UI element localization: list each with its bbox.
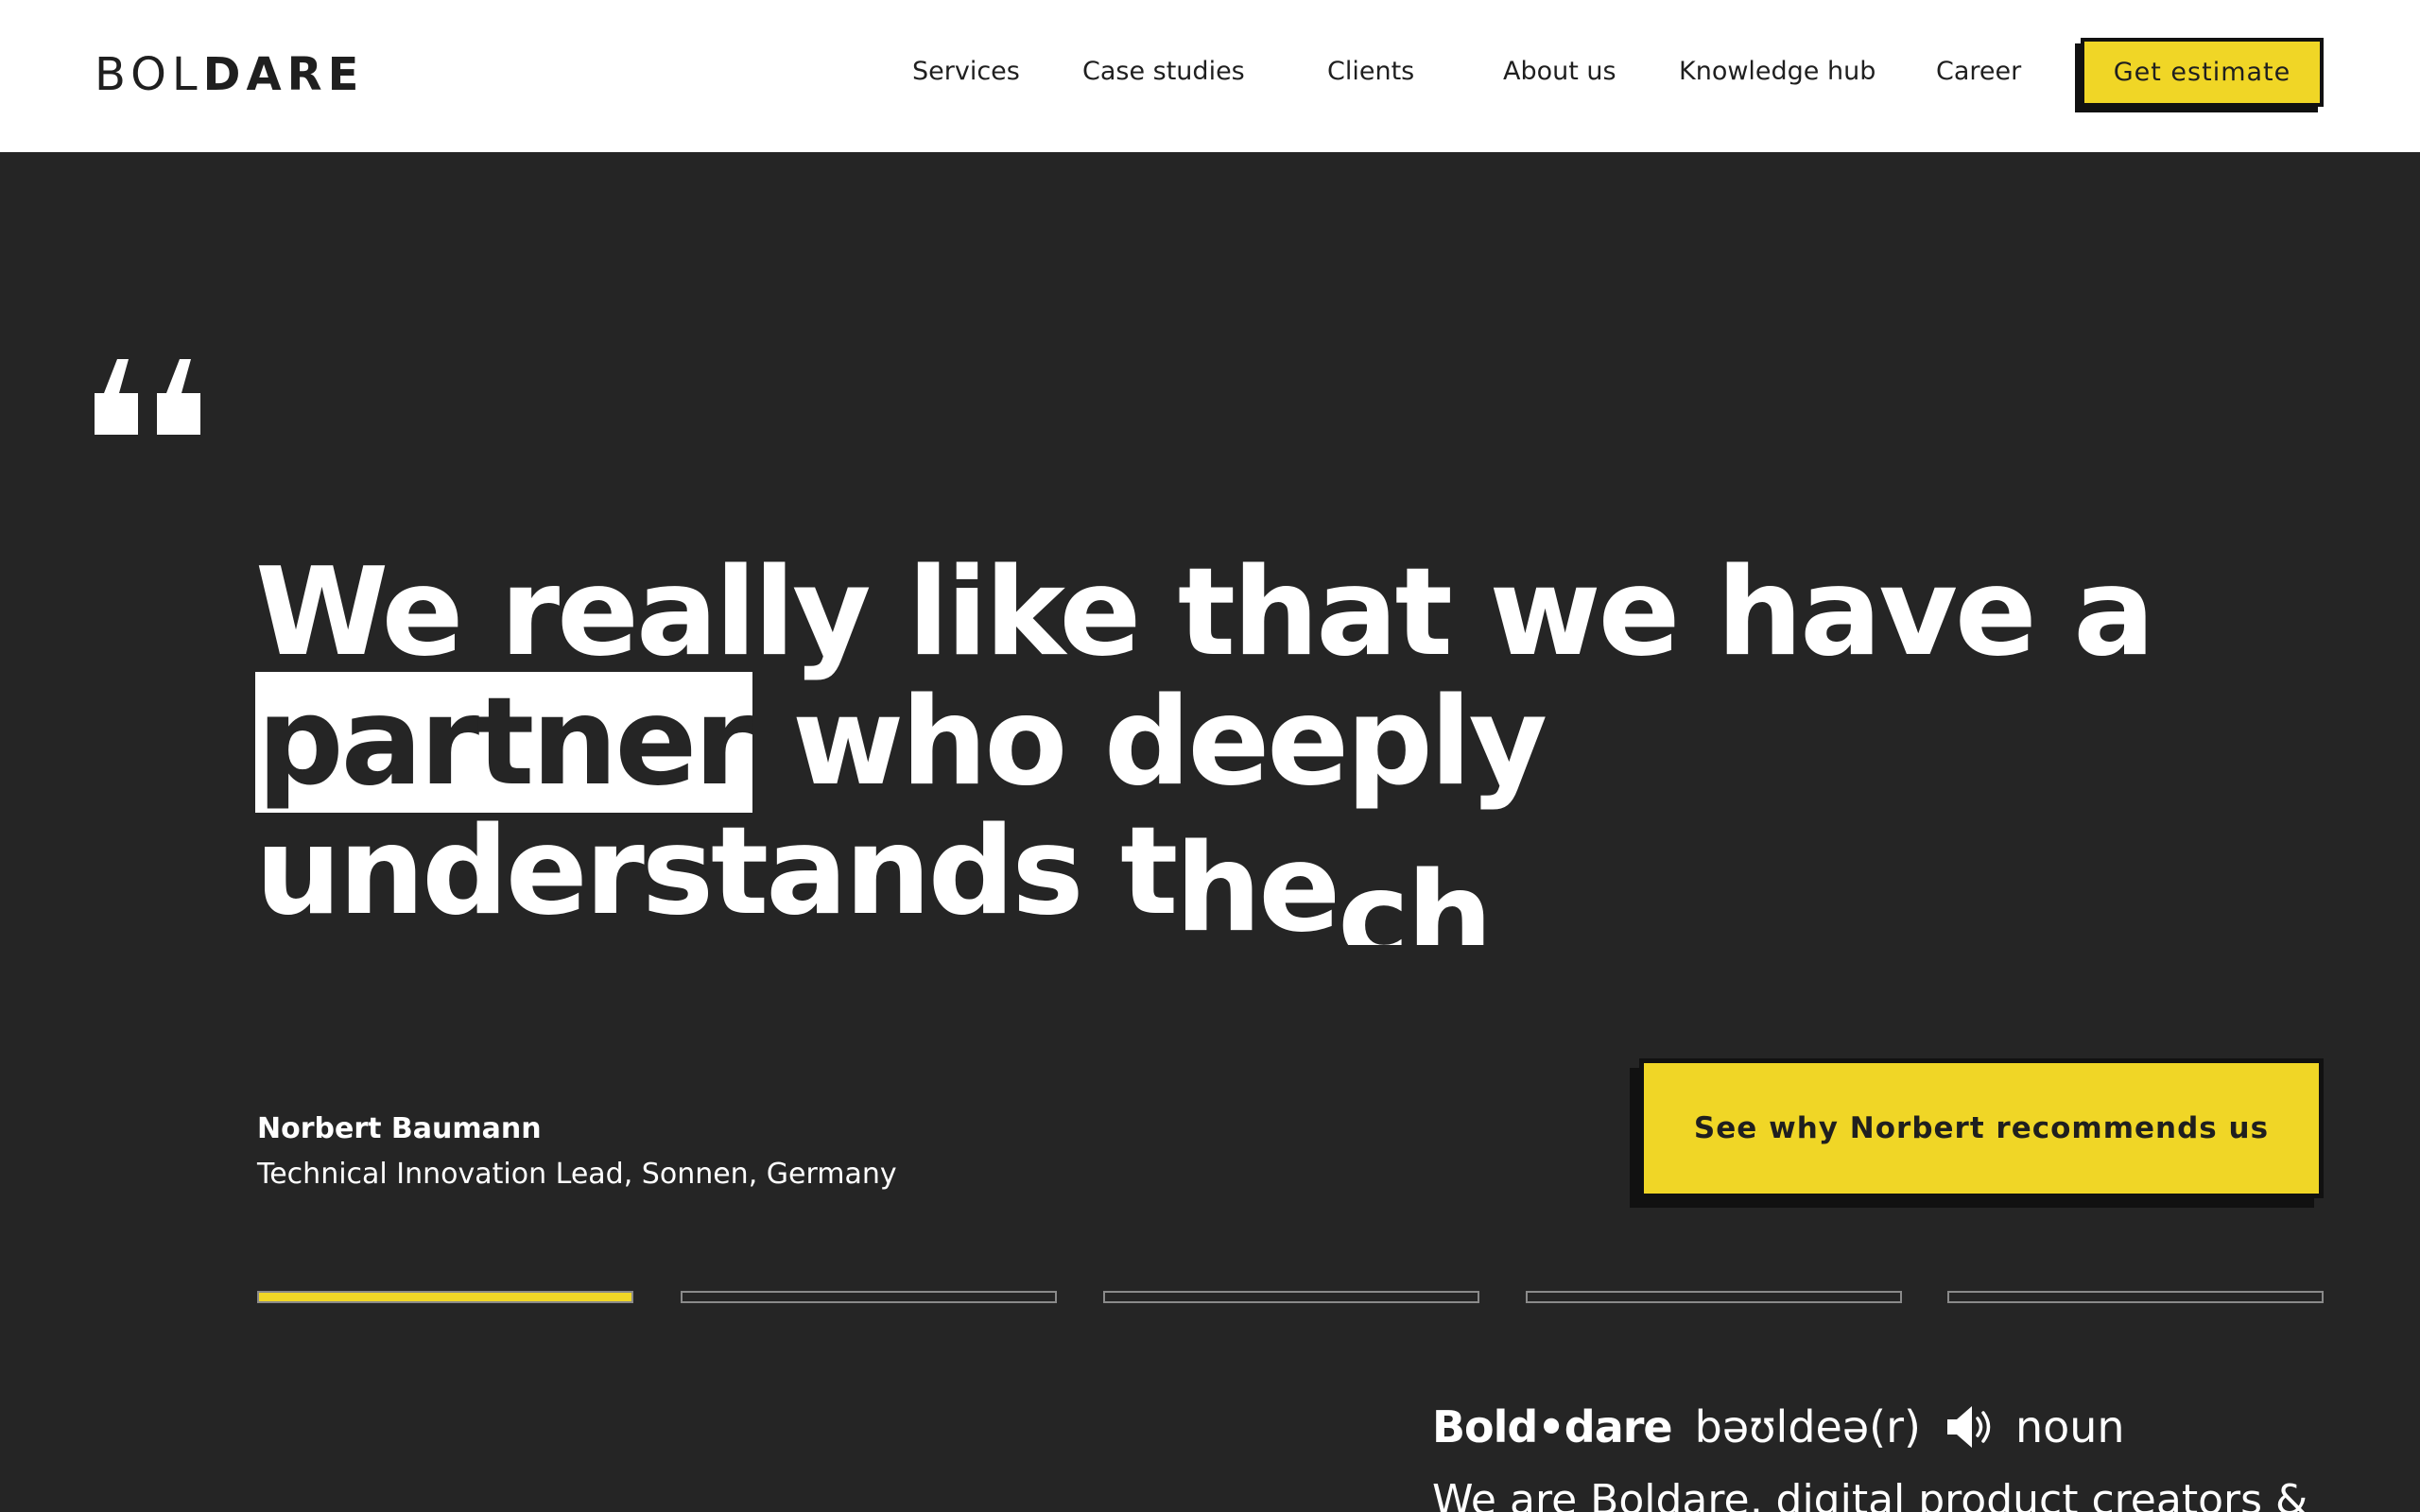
quote-line-2: partner who deeply xyxy=(255,672,2240,813)
slide-progress-4[interactable] xyxy=(1526,1291,1902,1303)
slide-progress-3[interactable] xyxy=(1103,1291,1479,1303)
definition-word: Bold•dare xyxy=(1432,1401,1673,1452)
see-why-button[interactable]: See why Norbert recommends us xyxy=(1639,1058,2324,1198)
author-name: Norbert Baumann xyxy=(257,1112,542,1145)
logo-light-part: BOL xyxy=(95,48,203,101)
speaker-icon[interactable] xyxy=(1945,1404,1995,1450)
author-role: Technical Innovation Lead, Sonnen, Germa… xyxy=(257,1158,897,1191)
definition-part-of-speech: noun xyxy=(2014,1401,2125,1452)
slide-progress-2[interactable] xyxy=(681,1291,1057,1303)
nav-clients[interactable]: Clients xyxy=(1327,55,1414,89)
quote-line-3-c: ch xyxy=(1338,847,1493,945)
quote-highlight: partner xyxy=(255,672,753,813)
quote-line-3: understands the ch xyxy=(255,807,2240,945)
get-estimate-button[interactable]: Get estimate xyxy=(2081,38,2324,107)
testimonial-quote: We really like that we have a partner wh… xyxy=(255,548,2240,945)
nav-career[interactable]: Career xyxy=(1936,55,2021,89)
slide-progress-1[interactable] xyxy=(257,1291,633,1303)
quote-line-2-rest: who deeply xyxy=(752,672,1547,813)
about-text: We are Boldare, digital product creators… xyxy=(1432,1476,2308,1512)
slide-progress-5[interactable] xyxy=(1947,1291,2324,1303)
nav-knowledge-hub[interactable]: Knowledge hub xyxy=(1679,55,1876,89)
quote-line-3-a: understands t xyxy=(255,801,1178,942)
nav-about-us[interactable]: About us xyxy=(1503,55,1616,89)
quote-line-1: We really like that we have a xyxy=(255,548,2155,683)
logo-heavy-part: DARE xyxy=(202,48,365,101)
quote-mark-icon xyxy=(95,359,200,435)
boldare-definition: Bold•dare bəʊldeə(r) noun xyxy=(1432,1399,2125,1455)
definition-phonetic: bəʊldeə(r) xyxy=(1694,1401,1921,1452)
nav-case-studies[interactable]: Case studies xyxy=(1082,55,1245,89)
slide-progress-fill xyxy=(259,1293,631,1301)
nav-services[interactable]: Services xyxy=(912,55,1020,89)
site-header: BOLDARE Services Case studies Clients Ab… xyxy=(0,0,2420,152)
quote-line-3-b: he xyxy=(1175,818,1340,945)
boldare-logo[interactable]: BOLDARE xyxy=(95,51,364,98)
